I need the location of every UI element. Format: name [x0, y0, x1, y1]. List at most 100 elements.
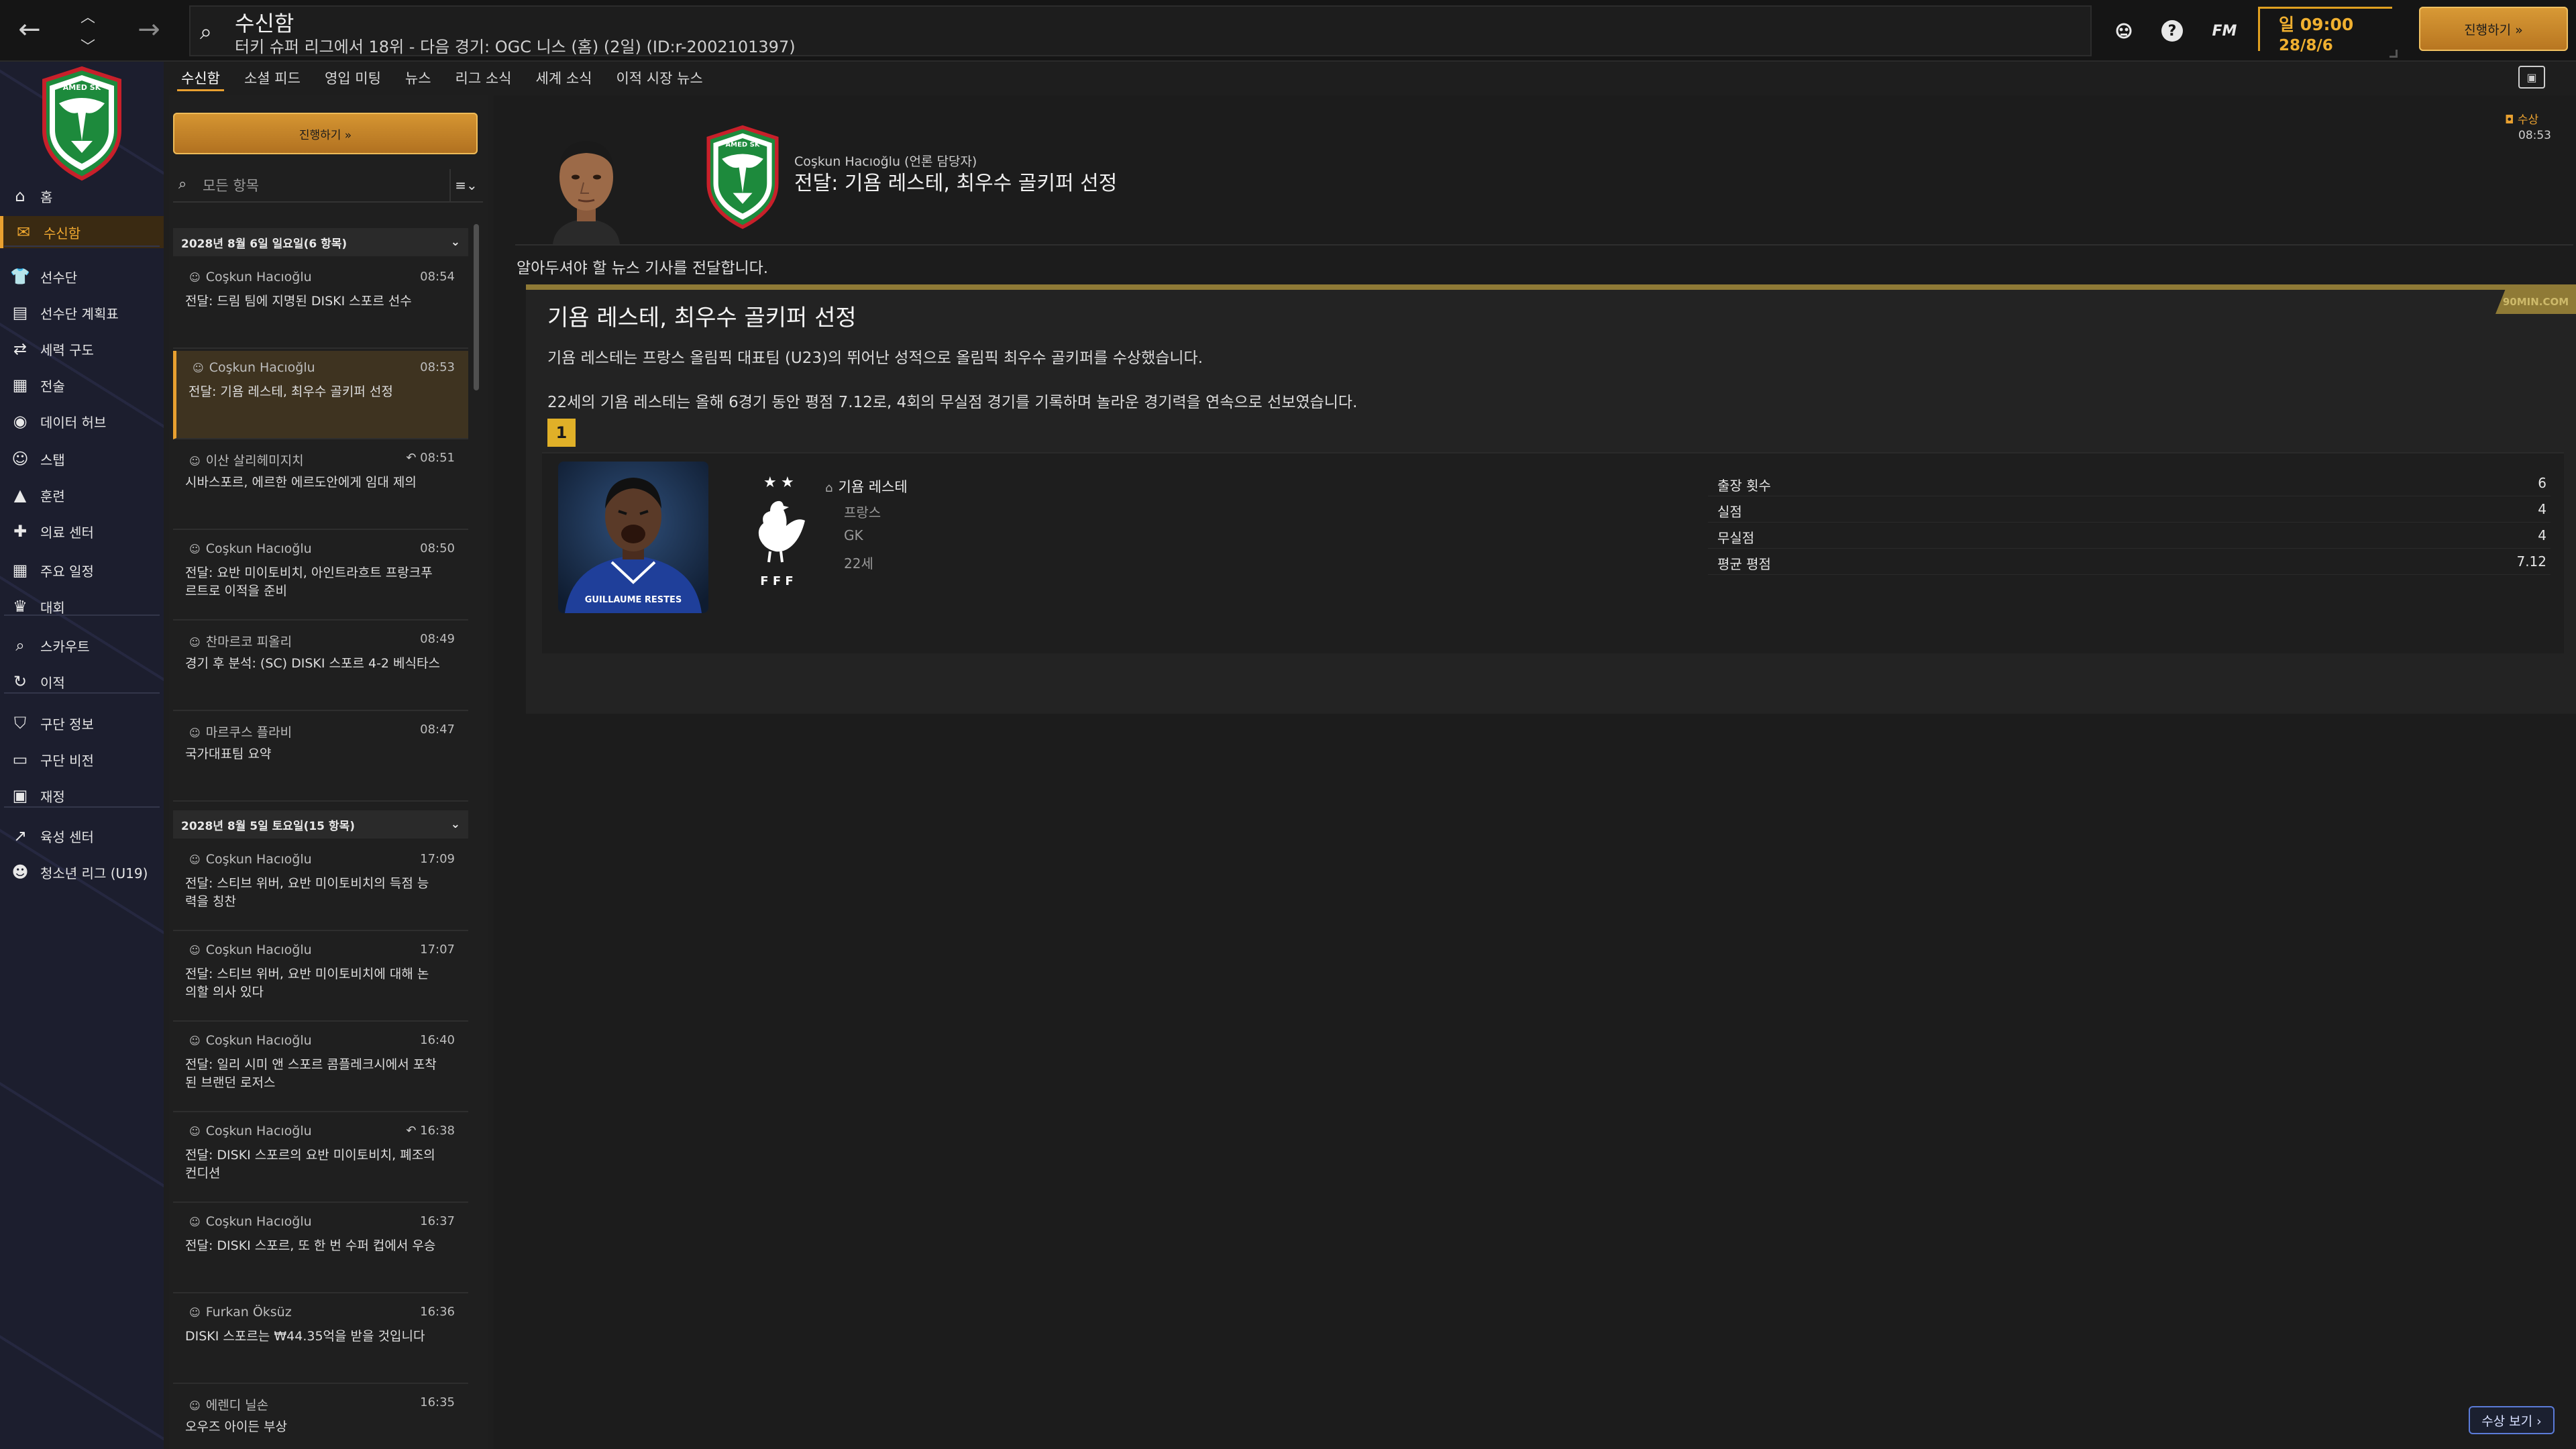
- fm-logo[interactable]: FM: [2206, 17, 2243, 44]
- message-time: 08:50: [420, 541, 455, 555]
- stat-label: 평균 평점: [1717, 556, 1771, 572]
- player-card: GUILLAUME RESTES ★ ★ F F F 기욤 레스테 프랑스 GK…: [542, 452, 2564, 653]
- shield-icon: ⛉: [14, 714, 26, 733]
- message-subject: 오우즈 아이든 부상: [185, 1419, 287, 1434]
- chevron-up-icon[interactable]: ︿: [80, 5, 95, 27]
- inbox-message[interactable]: Coşkun Hacıoğlu 08:54 전달: 드림 팀에 지명된 DISKI …: [173, 260, 468, 349]
- help-icon[interactable]: ?: [2159, 17, 2186, 44]
- message-detail: AMED SK Coşkun Hacıoğlu (언론 담당자) 전달: 기욤 …: [494, 95, 2576, 1449]
- continue-button-top[interactable]: 진행하기 »: [2419, 7, 2568, 51]
- message-subject: 국가대표팀 요약: [185, 747, 272, 761]
- message-sender: Coşkun Hacıoğlu: [189, 1033, 312, 1048]
- sidebar-item-label: 선수단 계획표: [40, 305, 119, 322]
- assistant-icon[interactable]: [2110, 17, 2137, 44]
- sidebar-item-10[interactable]: ▦ 주요 일정: [0, 554, 164, 586]
- sidebar-item-18[interactable]: ☻ 청소년 리그 (U19): [0, 856, 164, 888]
- sidebar-item-12[interactable]: ⌕ 스카우트: [0, 629, 164, 661]
- sidebar-item-11[interactable]: ♛ 대회: [0, 590, 164, 623]
- sidebar-item-9[interactable]: ✚ 의료 센터: [0, 515, 164, 547]
- home-icon: ⌂: [15, 186, 25, 205]
- sidebar-item-0[interactable]: ⌂ 홈: [0, 180, 164, 212]
- player-name[interactable]: 기욤 레스테: [825, 476, 907, 496]
- inbox-message[interactable]: 마르쿠스 플라비 08:47 국가대표팀 요약: [173, 713, 468, 802]
- inbox-message[interactable]: Coşkun Hacıoğlu 17:07 전달: 스티브 위버, 요반 미이토비치…: [173, 933, 468, 1022]
- inbox-message[interactable]: 이산 살리헤미지치 08:51 시바스포르, 에르한 에르도안에게 임대 제의: [173, 441, 468, 530]
- sidebar-item-7[interactable]: ☺ 스탭: [0, 443, 164, 475]
- sidebar-item-17[interactable]: ↗ 육성 센터: [0, 820, 164, 852]
- inbox-message[interactable]: Coşkun Hacıoğlu 08:50 전달: 요반 미이토비치, 아인트라흐트…: [173, 532, 468, 621]
- day-group-header[interactable]: 2028년 8월 5일 토요일(15 항목) ⌄: [173, 810, 468, 839]
- sidebar-item-15[interactable]: ▭ 구단 비전: [0, 743, 164, 775]
- sidebar-item-14[interactable]: ⛉ 구단 정보: [0, 707, 164, 739]
- inbox-message[interactable]: Coşkun Hacıoğlu 08:53 전달: 기욤 레스테, 최우수 골키퍼 …: [173, 351, 468, 439]
- sidebar-item-label: 스탭: [40, 451, 65, 468]
- filter-input[interactable]: [203, 174, 431, 197]
- message-subject: 전달: 드림 팀에 지명된 DISKI 스포르 선수: [185, 294, 412, 309]
- tab-4[interactable]: 리그 소식: [443, 63, 524, 93]
- sender-portrait: [539, 121, 633, 244]
- current-date: 28/8/6: [2279, 37, 2333, 54]
- day-group-label: 2028년 8월 6일 일요일(6 항목): [181, 237, 347, 251]
- sidebar-item-6[interactable]: ◉ 데이터 허브: [0, 405, 164, 437]
- message-subject: 전달: 스티브 위버, 요반 미이토비치의 득점 능력을 칭찬: [185, 876, 429, 909]
- tab-1[interactable]: 소셜 피드: [232, 63, 313, 93]
- club-badge-icon[interactable]: AMED SK: [39, 66, 125, 181]
- day-group-header[interactable]: 2028년 8월 6일 일요일(6 항목) ⌄: [173, 228, 468, 256]
- message-sender: Coşkun Hacıoğlu: [189, 943, 312, 957]
- sidebar-item-3[interactable]: ▤ 선수단 계획표: [0, 297, 164, 329]
- sidebar-item-label: 전술: [40, 378, 65, 394]
- sidebar-item-5[interactable]: ▦ 전술: [0, 369, 164, 401]
- forward-arrow-icon[interactable]: →: [129, 9, 169, 50]
- inbox-message[interactable]: Coşkun Hacıoğlu 16:38 전달: DISKI 스포르의 요반 미이…: [173, 1114, 468, 1203]
- message-time: 08:47: [420, 722, 455, 737]
- medical-icon: ✚: [13, 522, 28, 541]
- message-time: 16:40: [420, 1033, 455, 1047]
- chevron-down-icon[interactable]: ⌄: [451, 818, 460, 831]
- inbox-list-column: 진행하기 » ⌕ ≡⌄ 2028년 8월 6일 일요일(6 항목) ⌄ Coşkun…: [169, 95, 488, 1449]
- sidebar-item-label: 스카우트: [40, 638, 90, 655]
- continue-button[interactable]: 진행하기 »: [173, 113, 478, 154]
- message-subject: DISKI 스포르는 ₩44.35억을 받을 것입니다: [185, 1329, 425, 1344]
- inbox-message[interactable]: Coşkun Hacıoğlu 17:09 전달: 스티브 위버, 요반 미이토비치…: [173, 843, 468, 931]
- message-sender: Coşkun Hacıoğlu: [189, 541, 312, 556]
- fullscreen-icon[interactable]: ▣: [2518, 66, 2545, 89]
- tab-3[interactable]: 뉴스: [393, 63, 443, 93]
- chevron-down-icon[interactable]: ⌄: [451, 235, 460, 249]
- article-accent-bar: [526, 284, 2576, 290]
- inbox-message[interactable]: Furkan Öksüz 16:36 DISKI 스포르는 ₩44.35억을 받을 …: [173, 1295, 468, 1384]
- scrollbar[interactable]: [474, 224, 479, 390]
- tactics-icon: ▦: [12, 376, 28, 394]
- view-awards-button[interactable]: 수상 보기 ›: [2469, 1406, 2555, 1434]
- back-arrow-icon[interactable]: ←: [9, 9, 50, 50]
- sidebar-item-2[interactable]: 👕 선수단: [0, 260, 164, 292]
- tab-2[interactable]: 영입 미팅: [313, 63, 393, 93]
- prev-next-control: ︿ ﹀: [70, 5, 106, 56]
- message-time: 17:07: [420, 943, 455, 957]
- sidebar-item-label: 홈: [40, 189, 53, 205]
- transfer-icon: ↻: [13, 672, 28, 691]
- sidebar-divider: [4, 614, 160, 616]
- title-search-area[interactable]: ⌕ 수신함 터키 슈퍼 리그에서 18위 - 다음 경기: OGC 니스 (홈)…: [189, 5, 2092, 56]
- inbox-message[interactable]: 에렌디 닐손 16:35 오우즈 아이든 부상: [173, 1386, 468, 1449]
- chevron-down-icon[interactable]: ﹀: [80, 35, 95, 56]
- player-nation[interactable]: 프랑스: [844, 502, 881, 521]
- sidebar-item-8[interactable]: ▲ 훈련: [0, 479, 164, 511]
- tab-5[interactable]: 세계 소식: [524, 63, 604, 93]
- inbox-message[interactable]: Coşkun Hacıoğlu 16:37 전달: DISKI 스포르, 또 한 번…: [173, 1205, 468, 1293]
- player-photo[interactable]: GUILLAUME RESTES: [558, 462, 708, 613]
- message-sender: Coşkun Hacıoğlu: [189, 852, 312, 867]
- date-time-box[interactable]: 일 09:00 28/8/6: [2258, 7, 2398, 58]
- sort-menu-icon[interactable]: ≡⌄: [449, 169, 482, 201]
- message-subject: 경기 후 분석: (SC) DISKI 스포르 4-2 베식타스: [185, 656, 440, 671]
- sidebar-item-label: 이적: [40, 674, 65, 691]
- sidebar-item-label: 선수단: [40, 269, 78, 286]
- message-sender: 이산 살리헤미지치: [189, 451, 304, 469]
- tab-0[interactable]: 수신함: [169, 63, 232, 93]
- sidebar-item-4[interactable]: ⇄ 세력 구도: [0, 333, 164, 365]
- source-tag: 90MIN.COM: [2496, 290, 2576, 314]
- inbox-message[interactable]: Coşkun Hacıoğlu 16:40 전달: 일리 시미 앤 스포르 콤플레크…: [173, 1024, 468, 1112]
- sidebar-item-1[interactable]: ✉ 수신함: [0, 216, 164, 248]
- tab-6[interactable]: 이적 시장 뉴스: [604, 63, 714, 93]
- inbox-message[interactable]: 찬마르코 피올리 08:49 경기 후 분석: (SC) DISKI 스포르 4-2…: [173, 623, 468, 711]
- search-icon[interactable]: ⌕: [200, 19, 212, 45]
